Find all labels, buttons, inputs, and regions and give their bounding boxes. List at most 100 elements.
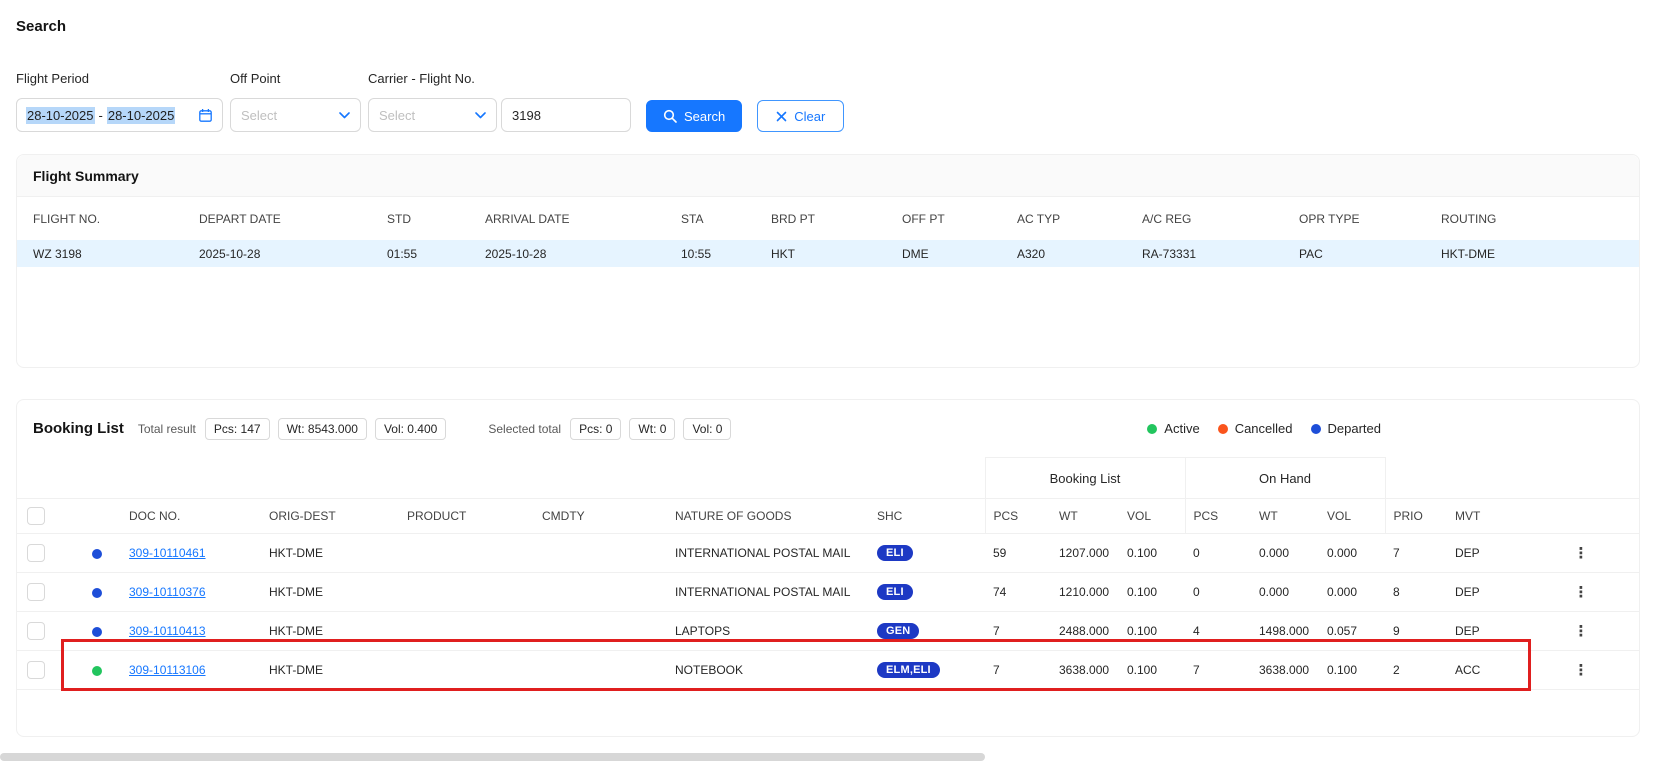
column-header: WT	[1251, 499, 1319, 534]
kebab-menu-icon[interactable]: ⋮	[1574, 584, 1589, 601]
cell-prio: 8	[1385, 573, 1447, 612]
kebab-menu-icon[interactable]: ⋮	[1574, 623, 1589, 640]
nature-of-goods-cell: INTERNATIONAL POSTAL MAIL	[667, 573, 869, 612]
row-checkbox[interactable]	[27, 544, 45, 562]
status-dot	[92, 588, 102, 598]
cell-booking-pcs: 74	[985, 573, 1051, 612]
shc-cell: ELM,ELI	[869, 651, 985, 690]
cell-onhand-pcs: 7	[1185, 651, 1251, 690]
cell-brd-pt: HKT	[755, 240, 886, 267]
cell-booking-pcs: 59	[985, 534, 1051, 573]
search-filters: Flight Period 28-10-2025 - 28-10-2025 Of…	[16, 71, 1640, 132]
flight-no-input[interactable]	[501, 98, 631, 132]
column-header: CMDTY	[534, 499, 667, 534]
column-header: PRIO	[1385, 499, 1447, 534]
legend-item: Cancelled	[1218, 421, 1293, 436]
column-header: MVT	[1447, 499, 1523, 534]
total-chip: Vol: 0.400	[375, 418, 446, 440]
selected-chip: Wt: 0	[629, 418, 675, 440]
column-header: NATURE OF GOODS	[667, 499, 869, 534]
cell-onhand-vol: 0.000	[1319, 534, 1385, 573]
select-all-checkbox[interactable]	[27, 507, 45, 525]
group-header-booking-list: Booking List	[985, 458, 1185, 499]
column-header: STA	[665, 197, 755, 240]
flight-period-input[interactable]: 28-10-2025 - 28-10-2025	[16, 98, 223, 132]
column-header: ARRIVAL DATE	[469, 197, 665, 240]
off-point-placeholder: Select	[241, 108, 277, 123]
row-actions-cell: ⋮	[1523, 573, 1639, 612]
product-cell	[399, 573, 534, 612]
total-result-label: Total result	[138, 422, 196, 436]
legend-item: Active	[1147, 421, 1199, 436]
shc-badge: ELI	[877, 584, 913, 600]
column-header: BRD PT	[755, 197, 886, 240]
shc-cell: ELI	[869, 534, 985, 573]
row-checkbox[interactable]	[27, 583, 45, 601]
cell-mvt: DEP	[1447, 534, 1523, 573]
cell-booking-wt: 2488.000	[1051, 612, 1119, 651]
page: Search Flight Period 28-10-2025 - 28-10-…	[0, 0, 1656, 737]
select-all-header	[17, 499, 73, 534]
flight-summary-row[interactable]: WZ 31982025-10-2801:552025-10-2810:55HKT…	[17, 240, 1639, 267]
row-checkbox[interactable]	[27, 661, 45, 679]
horizontal-scrollbar[interactable]	[0, 753, 985, 761]
legend-status-dot	[1147, 424, 1157, 434]
doc-no-link[interactable]: 309-10110413	[129, 624, 206, 638]
status-dot	[92, 549, 102, 559]
legend-item: Departed	[1311, 421, 1381, 436]
column-header: WT	[1051, 499, 1119, 534]
clear-button[interactable]: Clear	[757, 100, 844, 132]
cell-onhand-wt: 0.000	[1251, 534, 1319, 573]
search-button[interactable]: Search	[646, 100, 742, 132]
status-dot	[92, 627, 102, 637]
booking-row: 309-10113106HKT-DMENOTEBOOKELM,ELI73638.…	[17, 651, 1639, 690]
column-header-row: DOC NO.ORIG-DESTPRODUCTCMDTYNATURE OF GO…	[17, 499, 1639, 534]
orig-dest-cell: HKT-DME	[261, 534, 399, 573]
doc-no-link[interactable]: 309-10110376	[129, 585, 206, 599]
doc-no-link[interactable]: 309-10113106	[129, 663, 206, 677]
row-status-cell	[73, 534, 121, 573]
booking-row: 309-10110413HKT-DMELAPTOPSGEN72488.0000.…	[17, 612, 1639, 651]
row-status-cell	[73, 573, 121, 612]
cell-booking-vol: 0.100	[1119, 651, 1185, 690]
column-header: ORIG-DEST	[261, 499, 399, 534]
date-to-value[interactable]: 28-10-2025	[107, 107, 176, 124]
cell-mvt: DEP	[1447, 573, 1523, 612]
kebab-menu-icon[interactable]: ⋮	[1574, 662, 1589, 679]
flight-period-label: Flight Period	[16, 71, 223, 86]
column-header: VOL	[1319, 499, 1385, 534]
cell-mvt: DEP	[1447, 612, 1523, 651]
row-actions-cell: ⋮	[1523, 651, 1639, 690]
booking-list-table: Booking List On Hand DOC NO.ORIG-DESTPRO…	[17, 457, 1639, 690]
legend-label: Active	[1164, 421, 1199, 436]
cell-onhand-wt: 1498.000	[1251, 612, 1319, 651]
date-from-value[interactable]: 28-10-2025	[26, 107, 95, 124]
column-header: DEPART DATE	[183, 197, 371, 240]
actions-column-header	[1523, 499, 1639, 534]
booking-row: 309-10110376HKT-DMEINTERNATIONAL POSTAL …	[17, 573, 1639, 612]
calendar-icon[interactable]	[198, 108, 213, 123]
carrier-select[interactable]: Select	[368, 98, 497, 132]
booking-row: 309-10110461HKT-DMEINTERNATIONAL POSTAL …	[17, 534, 1639, 573]
cell-opr-type: PAC	[1283, 240, 1425, 267]
row-actions-cell: ⋮	[1523, 534, 1639, 573]
total-chips: Pcs: 147Wt: 8543.000Vol: 0.400	[205, 418, 446, 440]
cmdty-cell	[534, 612, 667, 651]
chevron-down-icon	[339, 112, 350, 119]
column-header: DOC NO.	[121, 499, 261, 534]
off-point-select[interactable]: Select	[230, 98, 361, 132]
row-select-cell	[17, 534, 73, 573]
column-header: SHC	[869, 499, 985, 534]
column-header: FLIGHT NO.	[17, 197, 183, 240]
selected-chip: Pcs: 0	[570, 418, 621, 440]
doc-no-link[interactable]: 309-10110461	[129, 546, 206, 560]
status-dot	[92, 666, 102, 676]
legend-label: Cancelled	[1235, 421, 1293, 436]
page-title: Search	[16, 18, 1640, 35]
cell-onhand-pcs: 4	[1185, 612, 1251, 651]
cell-flight-no: WZ 3198	[17, 240, 183, 267]
kebab-menu-icon[interactable]: ⋮	[1574, 545, 1589, 562]
search-icon	[663, 109, 677, 123]
cell-sta: 10:55	[665, 240, 755, 267]
row-checkbox[interactable]	[27, 622, 45, 640]
